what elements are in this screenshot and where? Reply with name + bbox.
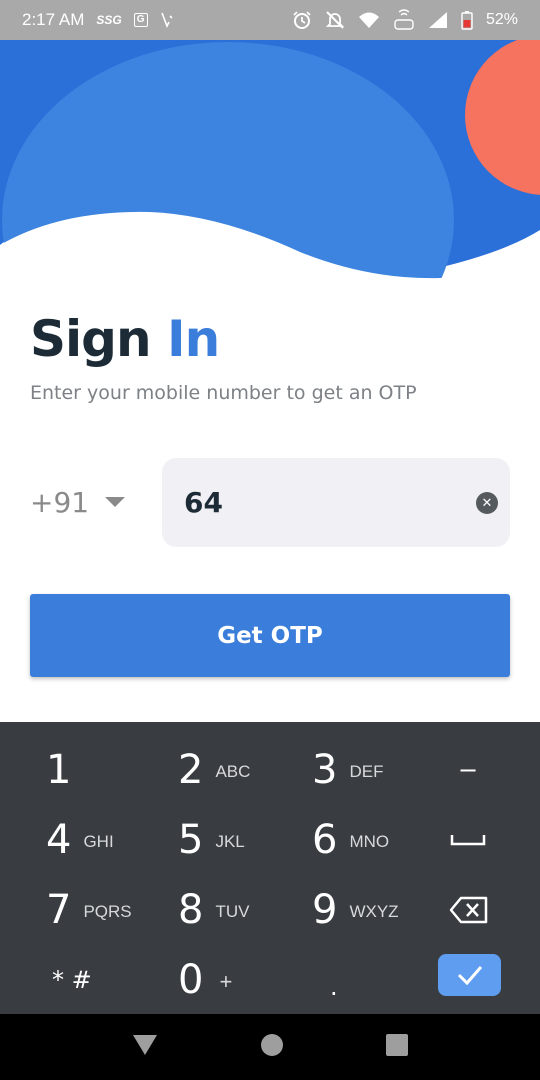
key-0[interactable]: 0 + — [178, 945, 308, 1015]
country-code-value: +91 — [30, 485, 90, 519]
phone-field[interactable]: ✕ — [162, 458, 510, 547]
page-title: Sign In — [30, 310, 220, 368]
space-key[interactable] — [450, 805, 490, 875]
key-period[interactable]: . — [330, 952, 350, 1022]
country-code-selector[interactable]: +91 — [30, 476, 126, 528]
home-icon[interactable] — [260, 1033, 284, 1062]
key-5[interactable]: 5 JKL — [178, 805, 308, 875]
backspace-icon — [449, 896, 488, 924]
get-otp-button[interactable]: Get OTP — [30, 594, 510, 677]
key-3[interactable]: 3 DEF — [312, 735, 442, 805]
done-key[interactable] — [438, 954, 501, 996]
alarm-icon — [292, 10, 312, 30]
key-9[interactable]: 9 WXYZ — [312, 875, 442, 945]
mute-icon — [325, 10, 345, 30]
back-icon[interactable] — [131, 1033, 159, 1062]
status-bar: 2:17 AM SSG G 52% — [0, 0, 540, 40]
battery-icon — [461, 10, 473, 30]
clear-icon[interactable]: ✕ — [476, 492, 498, 514]
title-in: In — [166, 310, 220, 368]
key-7[interactable]: 7 PQRS — [46, 875, 176, 945]
status-time: 2:17 AM — [22, 10, 85, 29]
key-star-hash[interactable]: * # — [52, 945, 182, 1015]
backspace-key[interactable] — [449, 875, 491, 945]
title-sign: Sign — [30, 310, 152, 368]
header-wave-art — [0, 40, 540, 290]
key-8[interactable]: 8 TUV — [178, 875, 308, 945]
key-6[interactable]: 6 MNO — [312, 805, 442, 875]
key-2[interactable]: 2 ABC — [178, 735, 308, 805]
volte-icon — [393, 9, 415, 31]
wifi-icon — [358, 11, 380, 29]
key-minus[interactable]: − — [458, 735, 498, 805]
carrier-badge: SSG — [96, 13, 122, 27]
sync-icon — [160, 12, 174, 28]
chevron-down-icon — [105, 497, 126, 507]
space-icon — [450, 835, 486, 846]
signal-icon — [428, 11, 448, 29]
notification-badge: G — [133, 13, 148, 27]
checkmark-icon — [457, 966, 482, 986]
page-subtitle: Enter your mobile number to get an OTP — [30, 382, 417, 404]
recents-icon[interactable] — [385, 1033, 409, 1062]
navigation-bar — [0, 1014, 540, 1080]
numeric-keyboard: 1 2 ABC 3 DEF − 4 GHI 5 JKL 6 MNO 7 PQRS… — [0, 722, 540, 1014]
key-1[interactable]: 1 — [46, 735, 176, 805]
phone-input[interactable] — [184, 458, 464, 547]
battery-percent: 52% — [485, 11, 518, 28]
key-4[interactable]: 4 GHI — [46, 805, 176, 875]
